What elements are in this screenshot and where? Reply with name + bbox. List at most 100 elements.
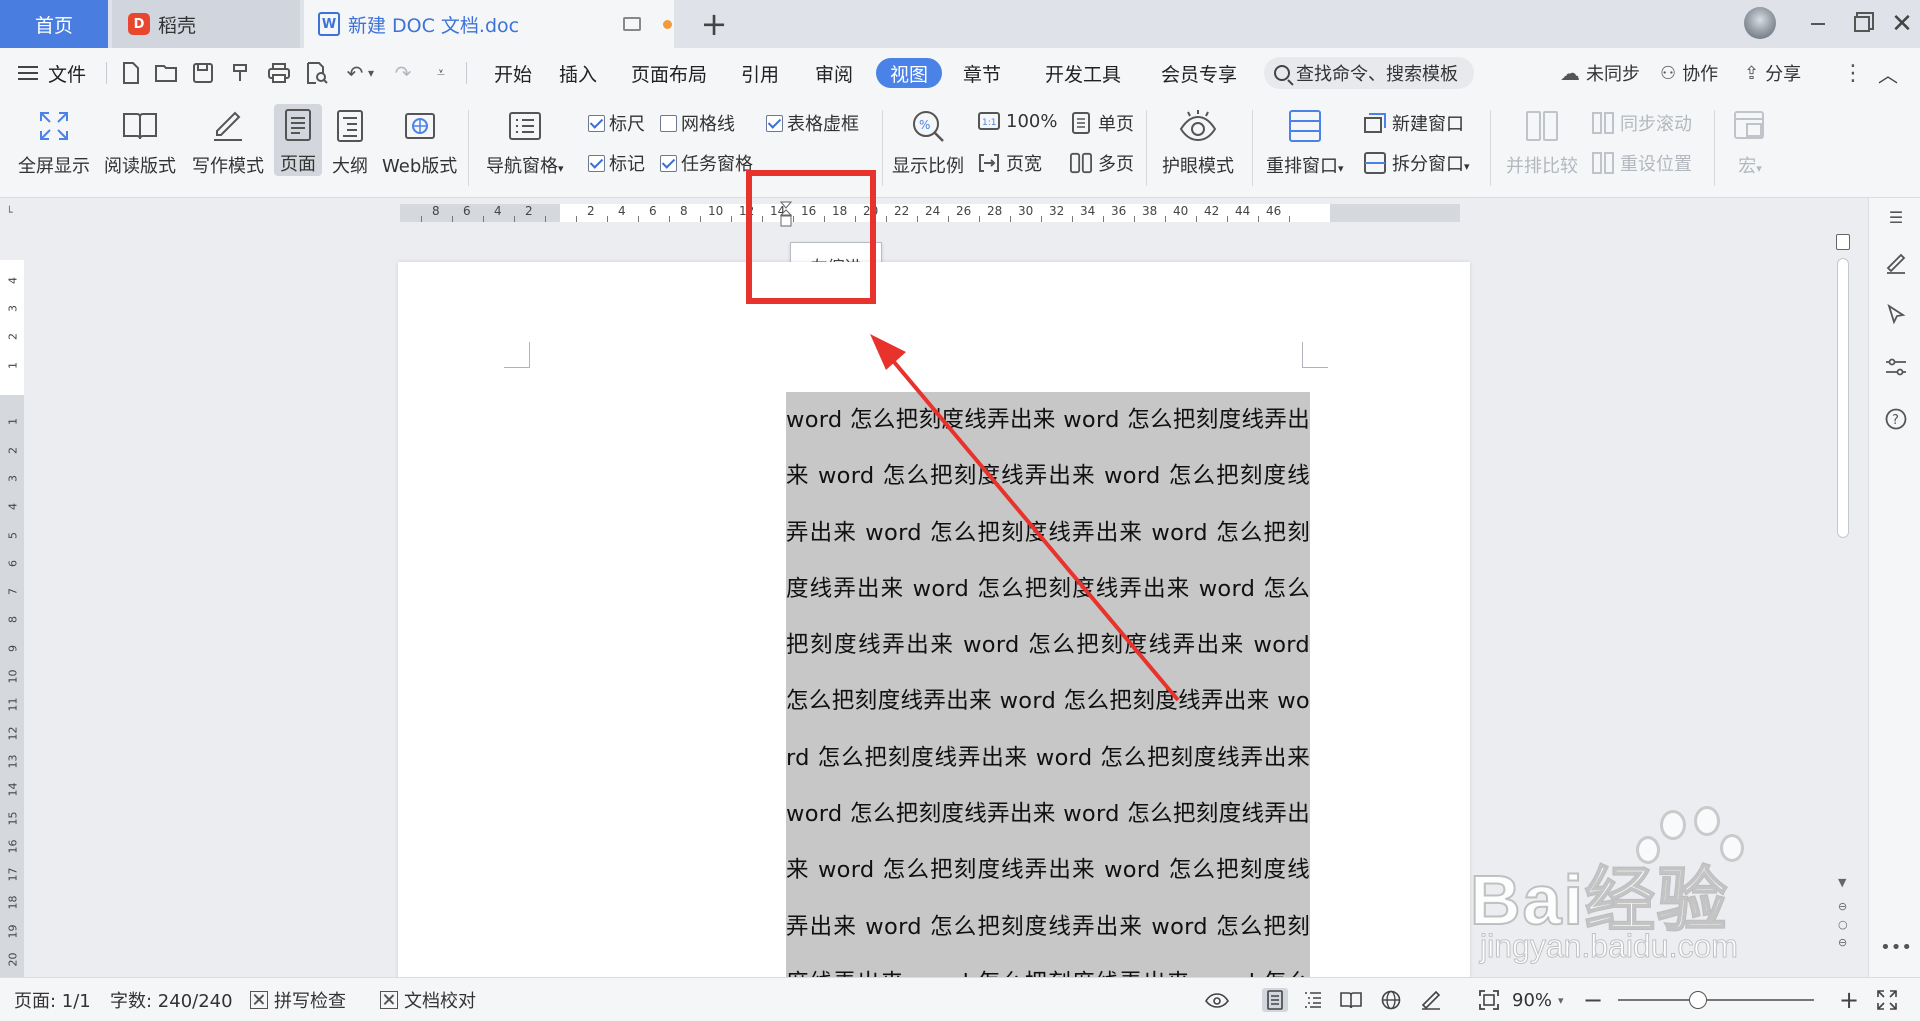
- page-indicator[interactable]: 页面: 1/1: [14, 978, 91, 1021]
- redo-icon[interactable]: ↷: [388, 58, 418, 88]
- new-window-button[interactable]: 新建窗口: [1364, 110, 1464, 136]
- help-icon[interactable]: ?: [1883, 406, 1909, 432]
- horizontal-ruler[interactable]: 8 6 4 2 2 4 6 8 10 12 14 16 18 20 22 24 26 28 30 32 34 36 38 40…: [400, 204, 1460, 222]
- page-view-button[interactable]: 页面: [274, 104, 322, 176]
- print-icon[interactable]: [264, 58, 294, 88]
- avatar[interactable]: [1744, 7, 1776, 39]
- writing-mode-button[interactable]: 写作模式: [192, 106, 264, 178]
- file-menu[interactable]: 文件: [18, 48, 86, 98]
- gridlines-checkbox[interactable]: 网格线: [660, 110, 735, 136]
- zoom-ratio-button[interactable]: % 显示比例: [892, 106, 964, 178]
- tab-daoke[interactable]: D 稻壳: [112, 0, 300, 48]
- zoom-slider[interactable]: [1618, 999, 1814, 1001]
- single-page-button[interactable]: 单页: [1070, 110, 1134, 136]
- ruler-checkbox[interactable]: 标尺: [588, 110, 645, 136]
- minimize-button[interactable]: [1796, 0, 1840, 48]
- marks-label: 标记: [609, 154, 645, 175]
- monitor-icon[interactable]: [623, 17, 642, 31]
- maximize-button[interactable]: [1840, 0, 1884, 48]
- collapse-ribbon-icon[interactable]: ︿: [1878, 48, 1898, 98]
- next-page-icon[interactable]: ⊖: [1838, 936, 1847, 949]
- reset-position-button[interactable]: 重设位置: [1592, 150, 1692, 176]
- close-button[interactable]: ✕: [1884, 0, 1920, 48]
- writing-status-icon[interactable]: [1418, 988, 1444, 1012]
- zoom-dropdown[interactable]: 90% ▾: [1512, 978, 1564, 1021]
- macro-button[interactable]: 宏▾: [1730, 106, 1770, 178]
- more-options-icon[interactable]: •••: [1880, 934, 1912, 960]
- split-window-button[interactable]: 拆分窗口▾: [1364, 150, 1470, 176]
- fullscreen-status-icon[interactable]: [1874, 988, 1900, 1012]
- more-menu-icon[interactable]: ⋮: [1842, 48, 1864, 98]
- vertical-scrollbar[interactable]: ▼ ⊖ ○ ⊖: [1832, 228, 1854, 977]
- vertical-ruler-label: 3: [6, 305, 20, 313]
- menu-references[interactable]: 引用: [736, 48, 784, 98]
- document-canvas[interactable]: word 怎么把刻度线弄出来 word 怎么把刻度线弄出来 word 怎么把刻度…: [24, 228, 1832, 977]
- customize-toolbar-icon[interactable]: ⩡: [426, 58, 456, 88]
- separator: [1490, 110, 1491, 186]
- zoom-100-button[interactable]: 1:1 100%: [978, 110, 1057, 132]
- proofread-button[interactable]: 文档校对: [380, 978, 476, 1021]
- task-pane-checkbox[interactable]: 任务窗格: [660, 150, 753, 176]
- outline-button[interactable]: 大纲: [330, 106, 370, 178]
- menu-page-layout[interactable]: 页面布局: [624, 48, 714, 98]
- tab-document[interactable]: W 新建 DOC 文档.doc: [304, 0, 674, 48]
- print-preview-icon[interactable]: [302, 58, 332, 88]
- save-icon[interactable]: [188, 58, 218, 88]
- vertical-ruler[interactable]: 4 3 2 1 1 2 3 4 5 6 7 8 9 10 11 12 13 14 15 16 17 18 19 20: [0, 260, 24, 977]
- eye-protection-icon[interactable]: [1204, 988, 1230, 1012]
- eye-mode-button[interactable]: 护眼模式: [1162, 106, 1234, 178]
- format-painter-icon[interactable]: [226, 58, 256, 88]
- fullscreen-icon: [34, 106, 74, 146]
- panel-menu-icon[interactable]: ☰: [1883, 204, 1909, 230]
- table-gridlines-checkbox[interactable]: 表格虚框: [766, 110, 859, 136]
- fullscreen-button[interactable]: 全屏显示: [18, 106, 90, 178]
- zoom-out-icon[interactable]: −: [1580, 986, 1606, 1014]
- zoom-slider-handle[interactable]: [1689, 991, 1708, 1009]
- reading-status-icon[interactable]: [1338, 988, 1364, 1012]
- new-tab-button[interactable]: +: [696, 5, 732, 43]
- multi-page-button[interactable]: 多页: [1070, 150, 1134, 176]
- sync-button[interactable]: ☁ 未同步: [1560, 48, 1640, 98]
- menu-chapter[interactable]: 章节: [958, 48, 1006, 98]
- book-icon: [120, 106, 160, 146]
- menu-developer[interactable]: 开发工具: [1040, 48, 1126, 98]
- ruler-toggle-icon[interactable]: [1836, 234, 1850, 250]
- zoom-in-icon[interactable]: +: [1836, 986, 1862, 1014]
- tab-home[interactable]: 首页: [0, 0, 108, 48]
- spell-check-button[interactable]: 拼写检查: [250, 978, 346, 1021]
- edit-pen-icon[interactable]: [1883, 250, 1909, 276]
- menu-view[interactable]: 视图: [876, 58, 942, 88]
- menu-insert[interactable]: 插入: [554, 48, 602, 98]
- sync-scroll-button[interactable]: 同步滚动: [1592, 110, 1692, 136]
- page-view-status-icon[interactable]: [1262, 988, 1288, 1012]
- menu-review[interactable]: 审阅: [810, 48, 858, 98]
- search-input[interactable]: 查找命令、搜索模板: [1264, 57, 1474, 89]
- page-width-button[interactable]: 页宽: [978, 150, 1042, 176]
- fit-window-icon[interactable]: [1476, 988, 1502, 1012]
- outline-status-icon[interactable]: [1300, 988, 1326, 1012]
- undo-dropdown-icon[interactable]: ▾: [364, 58, 378, 88]
- share-button[interactable]: ⇪ 分享: [1744, 48, 1801, 98]
- new-file-icon[interactable]: [116, 58, 146, 88]
- select-cursor-icon[interactable]: [1883, 302, 1909, 328]
- word-count[interactable]: 字数: 240/240: [110, 978, 233, 1021]
- web-status-icon[interactable]: [1378, 988, 1404, 1012]
- scroll-down-icon[interactable]: ▼: [1838, 876, 1846, 889]
- arrange-windows-button[interactable]: 重排窗口▾: [1266, 106, 1344, 178]
- tab-stop-selector-icon[interactable]: └: [6, 206, 13, 219]
- open-folder-icon[interactable]: [152, 58, 182, 88]
- web-layout-button[interactable]: Web版式: [382, 106, 457, 178]
- settings-sliders-icon[interactable]: [1883, 354, 1909, 380]
- prev-page-icon[interactable]: ⊖: [1838, 900, 1847, 913]
- document-paragraph[interactable]: word 怎么把刻度线弄出来 word 怎么把刻度线弄出来 word 怎么把刻度…: [786, 392, 1310, 977]
- collab-button[interactable]: ⚇ 协作: [1660, 48, 1718, 98]
- nav-pane-button[interactable]: 导航窗格▾: [486, 106, 564, 178]
- reading-mode-button[interactable]: 阅读版式: [104, 106, 176, 178]
- menu-start[interactable]: 开始: [480, 48, 546, 98]
- select-browse-icon[interactable]: ○: [1838, 918, 1848, 931]
- table-gridlines-label: 表格虚框: [787, 114, 859, 135]
- side-by-side-button[interactable]: 并排比较: [1506, 106, 1578, 178]
- marks-checkbox[interactable]: 标记: [588, 150, 645, 176]
- scroll-thumb[interactable]: [1837, 258, 1849, 538]
- menu-member[interactable]: 会员专享: [1156, 48, 1242, 98]
